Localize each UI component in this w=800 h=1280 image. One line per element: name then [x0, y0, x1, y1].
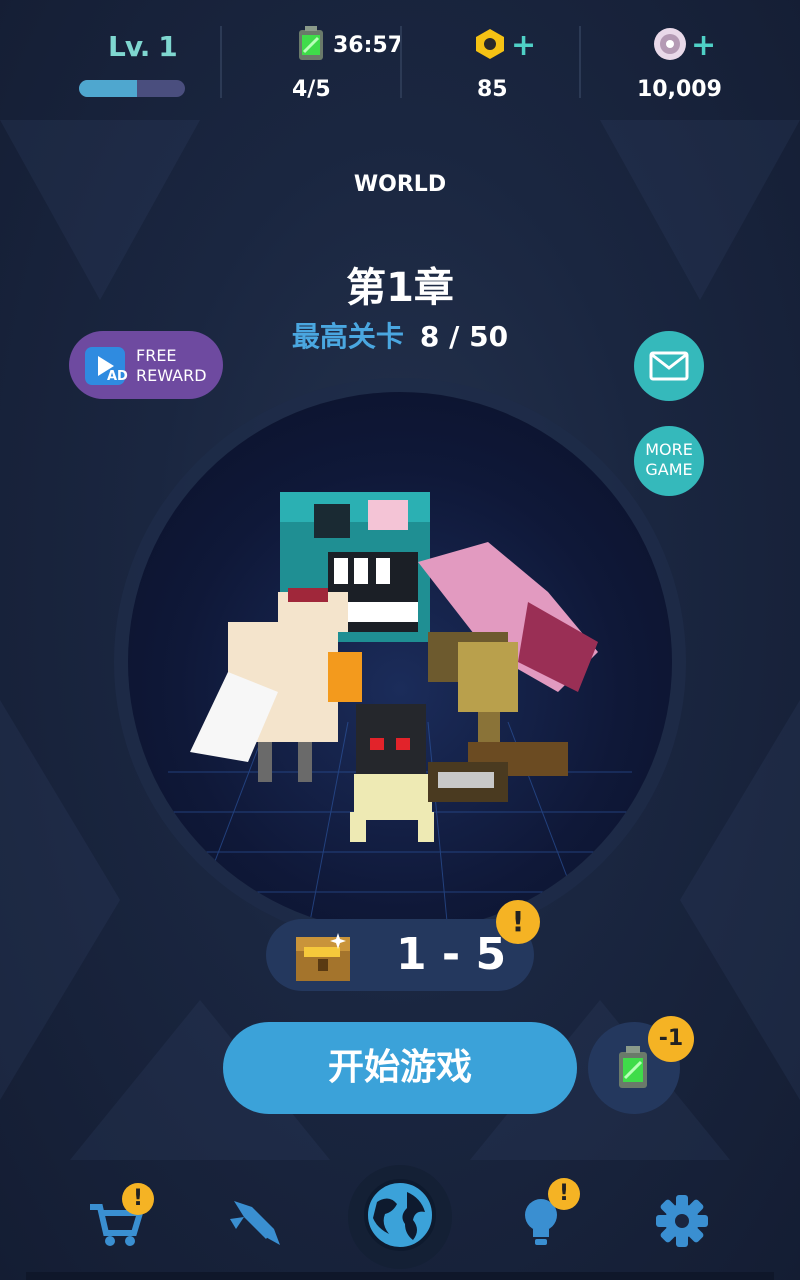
- gem-icon: [654, 28, 686, 60]
- energy-timer: 36:57: [333, 33, 404, 58]
- coin-icon: [476, 29, 504, 59]
- level-label: Lv. 1: [108, 30, 178, 63]
- level-progress-fill: [79, 80, 138, 97]
- more-game-line2: GAME: [645, 460, 693, 479]
- gear-icon: [656, 1195, 708, 1247]
- chapter-title: 第1章: [346, 265, 454, 311]
- world-label: WORLD: [353, 172, 447, 197]
- treasure-chest-icon: [296, 933, 350, 981]
- envelope-icon: [649, 351, 689, 381]
- best-stage-label: 最高关卡: [291, 320, 404, 353]
- shop-alert-badge: !: [122, 1183, 154, 1215]
- start-game-label: 开始游戏: [327, 1047, 472, 1088]
- add-coins-button[interactable]: +: [511, 28, 536, 63]
- gem-count: 10,009: [637, 77, 722, 102]
- energy-count: 4/5: [292, 77, 331, 102]
- ad-play-icon: AD: [85, 347, 128, 385]
- monster-group-art: [138, 492, 662, 932]
- divider: [400, 26, 402, 98]
- ad-label: AD: [107, 369, 128, 384]
- energy-cost-badge: -1: [648, 1016, 694, 1062]
- energy-battery-icon: [619, 1046, 647, 1088]
- free-reward-line1: FREE: [136, 346, 177, 365]
- rocket-icon: [230, 1201, 280, 1245]
- nav-upgrade[interactable]: [222, 1185, 292, 1255]
- stage-number: 1 - 5: [396, 929, 507, 980]
- energy-battery-icon: [299, 26, 323, 60]
- mail-button[interactable]: [634, 331, 704, 401]
- stage-selector[interactable]: 1 - 5: [266, 919, 534, 991]
- free-reward-button[interactable]: AD FREE REWARD: [69, 331, 223, 399]
- nav-world[interactable]: [363, 1178, 437, 1252]
- monster-showcase: [128, 392, 672, 932]
- tips-alert-badge: !: [548, 1178, 580, 1210]
- divider: [220, 26, 222, 98]
- globe-icon: [364, 1179, 436, 1251]
- best-stage-value: 8 / 50: [419, 320, 509, 353]
- start-game-button[interactable]: 开始游戏: [223, 1022, 577, 1114]
- more-game-line1: MORE: [645, 440, 693, 459]
- coin-count: 85: [477, 77, 508, 102]
- bottom-navigation: ! !: [0, 1165, 800, 1280]
- top-status-bar: Lv. 1 36:57 4/5 + 85 + 10,009: [0, 0, 800, 120]
- divider: [579, 26, 581, 98]
- bottom-bar-strip: [26, 1272, 774, 1280]
- add-gems-button[interactable]: +: [691, 28, 716, 63]
- level-progress-bar: [79, 80, 185, 97]
- free-reward-label: FREE REWARD: [136, 346, 207, 386]
- stage-alert-badge: !: [496, 900, 540, 944]
- free-reward-line2: REWARD: [136, 366, 207, 385]
- more-game-button[interactable]: MORE GAME: [634, 426, 704, 496]
- nav-settings[interactable]: [647, 1185, 717, 1255]
